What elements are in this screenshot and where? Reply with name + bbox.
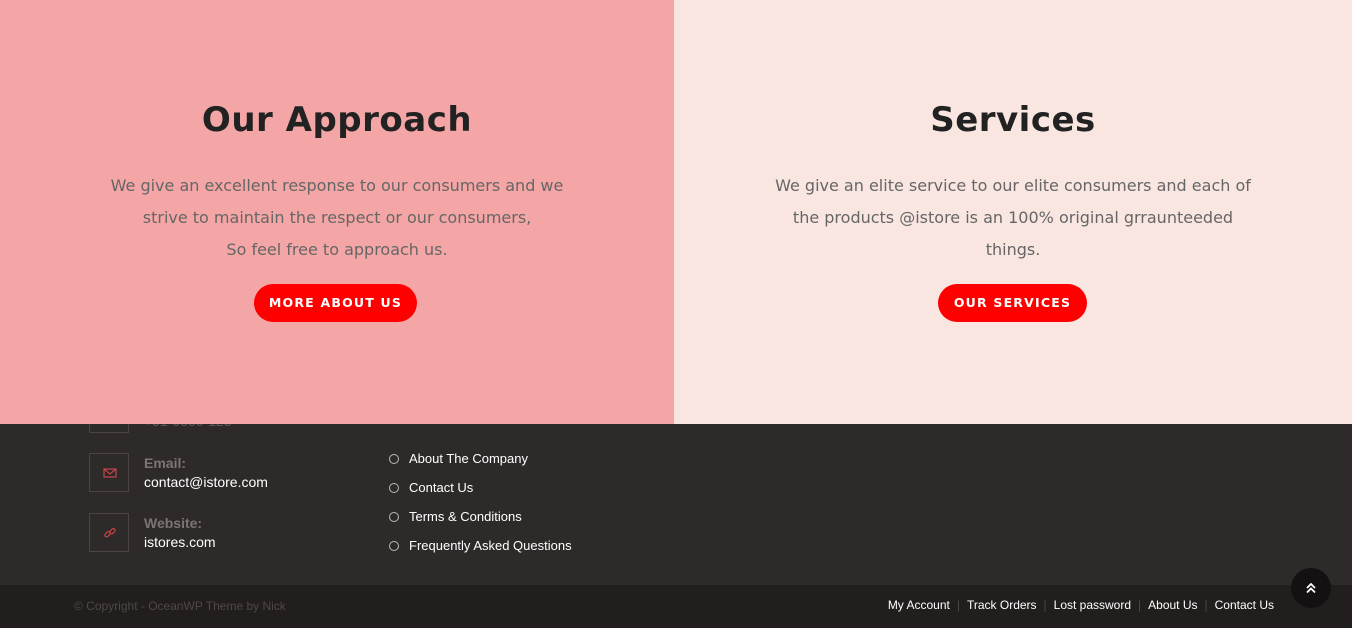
menu-separator: | — [1138, 598, 1142, 612]
copyright-text: © Copyright - OceanWP Theme by Nick — [74, 599, 286, 613]
footer-bottom-bar: © Copyright - OceanWP Theme by Nick My A… — [0, 585, 1352, 628]
approach-line: strive to maintain the respect or our co… — [142, 208, 532, 227]
footer-links: About The Company Contact Us Terms & Con… — [389, 444, 572, 560]
link-contact-us[interactable]: Contact Us — [409, 480, 473, 495]
link-terms[interactable]: Terms & Conditions — [409, 509, 522, 524]
menu-about-us[interactable]: About Us — [1148, 598, 1197, 612]
approach-line: We give an excellent response to our con… — [110, 176, 564, 195]
email-icon-box — [89, 453, 129, 492]
services-line: the products @istore is an 100% original… — [792, 208, 1234, 227]
list-item: Frequently Asked Questions — [389, 531, 572, 560]
menu-separator: | — [1043, 598, 1047, 612]
list-item: About The Company — [389, 444, 572, 473]
circle-bullet-icon — [389, 482, 399, 493]
link-about-company[interactable]: About The Company — [409, 451, 528, 466]
approach-line: So feel free to approach us. — [226, 240, 448, 259]
our-services-button[interactable]: OUR SERVICES — [938, 284, 1087, 322]
circle-bullet-icon — [389, 540, 399, 551]
menu-separator: | — [1204, 598, 1208, 612]
services-line: We give an elite service to our elite co… — [775, 176, 1251, 195]
list-item: Terms & Conditions — [389, 502, 572, 531]
feature-panels: Our Approach We give an excellent respon… — [0, 0, 1352, 424]
double-chevron-up-icon — [1306, 582, 1316, 594]
services-line: things. — [985, 240, 1041, 259]
email-link[interactable]: contact@istore.com — [144, 474, 268, 490]
website-icon-box — [89, 513, 129, 552]
more-about-us-button[interactable]: MORE ABOUT US — [254, 284, 417, 322]
link-icon — [104, 528, 116, 538]
services-description: We give an elite service to our elite co… — [674, 170, 1352, 266]
menu-separator: | — [956, 598, 960, 612]
services-title: Services — [930, 100, 1096, 140]
approach-panel: Our Approach We give an excellent respon… — [0, 0, 674, 424]
services-panel: Services We give an elite service to our… — [674, 0, 1352, 424]
list-item: Contact Us — [389, 473, 572, 502]
menu-contact-us[interactable]: Contact Us — [1215, 598, 1274, 612]
scroll-to-top-button[interactable] — [1291, 568, 1331, 608]
website-link[interactable]: istores.com — [144, 534, 216, 550]
footer-bottom-menu: My Account | Track Orders | Lost passwor… — [888, 598, 1274, 612]
menu-track-orders[interactable]: Track Orders — [967, 598, 1037, 612]
link-faq[interactable]: Frequently Asked Questions — [409, 538, 572, 553]
circle-bullet-icon — [389, 453, 399, 464]
circle-bullet-icon — [389, 511, 399, 522]
menu-my-account[interactable]: My Account — [888, 598, 950, 612]
menu-lost-password[interactable]: Lost password — [1054, 598, 1131, 612]
email-label: Email: — [144, 455, 187, 471]
approach-title: Our Approach — [201, 100, 473, 140]
website-label: Website: — [144, 515, 203, 531]
envelope-icon — [103, 468, 117, 478]
approach-description: We give an excellent response to our con… — [0, 170, 674, 266]
